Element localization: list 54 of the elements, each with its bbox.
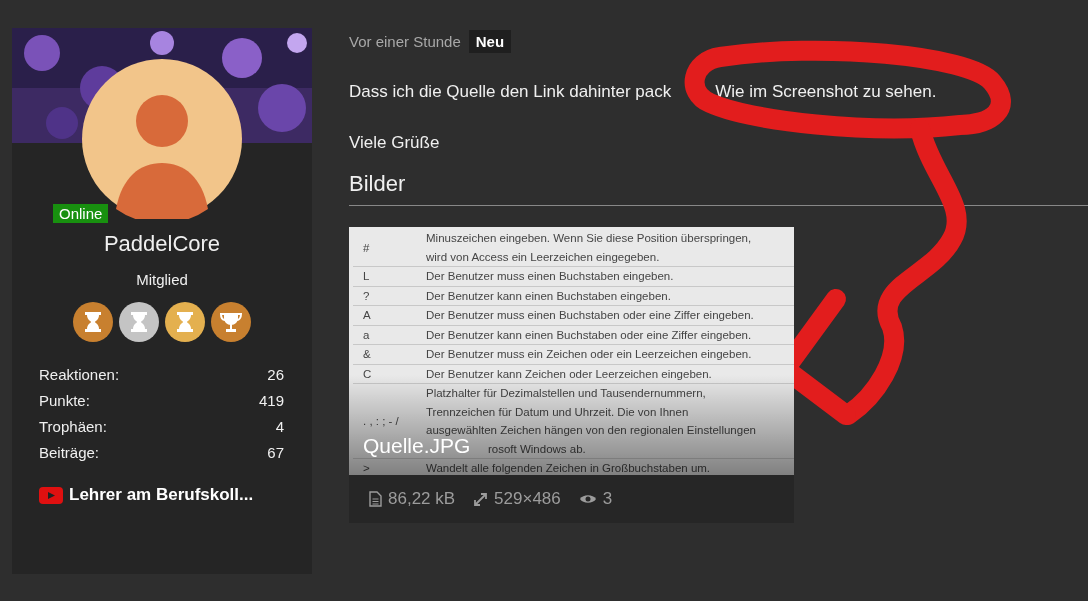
table-cell-text: Platzhalter für Dezimalstellen und Tausendernummern, — [426, 386, 707, 401]
expand-icon — [473, 491, 489, 507]
stat-label: Beiträge: — [39, 444, 100, 461]
table-cell-text: Der Benutzer kann einen Buchstaben eingeben. — [426, 288, 671, 304]
hourglass-icon[interactable] — [73, 302, 113, 342]
table-cell-text: L — [362, 269, 371, 285]
view-count: 3 — [602, 489, 613, 509]
channel-link[interactable]: Lehrer am Berufskoll... — [69, 485, 254, 505]
attachment-card[interactable] — [349, 227, 794, 523]
table-cell-text: a — [362, 327, 371, 343]
hourglass-icon[interactable] — [119, 302, 159, 342]
stat-label: Reaktionen: — [39, 366, 120, 383]
table-cell-text: Minuszeichen eingeben. Wenn Sie diese Position überspringen, — [426, 231, 752, 246]
message-text: Viele Grüße — [349, 133, 440, 153]
image-preview[interactable] — [349, 227, 794, 475]
table-cell-text: A — [362, 308, 372, 324]
table-cell-text: Trennzeichen für Datum und Uhrzeit. Die von Ihnen — [426, 404, 690, 420]
stat-label: Punkte: — [39, 392, 90, 409]
file-size: 86,22 kB — [388, 489, 456, 509]
stat-value: 4 — [275, 418, 284, 435]
video-play-icon — [39, 486, 63, 504]
table-cell-text: C — [362, 366, 373, 382]
table-cell-text: Der Benutzer kann einen Buchstaben oder eine Ziffer eingeben. — [426, 327, 752, 343]
stat-label: Trophäen: — [39, 418, 107, 435]
table-cell-text: rosoft Windows ab. — [488, 441, 587, 457]
table-cell-text: Der Benutzer muss einen Buchstaben oder eine Ziffer eingeben. — [426, 308, 754, 323]
table-cell-text: Der Benutzer muss einen Buchstaben eingeben. — [426, 269, 674, 284]
table-cell-text: & — [362, 347, 372, 363]
section-heading: Bilder — [349, 171, 1088, 206]
eye-icon — [578, 493, 597, 505]
file-icon — [369, 491, 382, 507]
trophy-icon[interactable] — [211, 302, 251, 342]
new-badge: Neu — [468, 30, 512, 53]
table-cell-text: ausgewählten Zeichen hängen von den regionalen Einstellungen — [426, 423, 756, 438]
stat-value: 67 — [267, 444, 284, 461]
table-cell-text: wird von Access ein Leerzeichen eingegeben. — [426, 249, 661, 265]
post-time: Vor einer Stunde — [349, 33, 461, 50]
hourglass-icon[interactable] — [165, 302, 205, 342]
table-cell-text: Der Benutzer kann Zeichen oder Leerzeichen eingeben. — [426, 366, 712, 382]
stat-value: 419 — [258, 392, 284, 409]
table-cell-text: Wandelt alle folgenden Zeichen in Großbuchstaben um. — [426, 461, 711, 475]
image-dimensions: 529×486 — [494, 489, 561, 509]
table-cell-text: # — [362, 240, 371, 256]
table-cell-text: Der Benutzer muss ein Zeichen oder ein Leerzeichen eingeben. — [426, 347, 752, 362]
stat-value: 26 — [267, 366, 284, 383]
table-cell-text: ? — [362, 288, 371, 304]
image-filename: Quelle.JPG — [363, 435, 471, 456]
username[interactable]: PaddelCore — [103, 231, 221, 257]
message-text: Dass ich die Quelle den Link dahinter pack — [349, 82, 672, 102]
user-role: Mitglied — [136, 271, 188, 288]
message-text: Wie im Screenshot zu sehen. — [715, 82, 937, 102]
table-cell-text: . , : ; - / — [362, 414, 400, 429]
table-cell-text: > — [362, 461, 371, 475]
online-badge: Online — [53, 204, 109, 223]
